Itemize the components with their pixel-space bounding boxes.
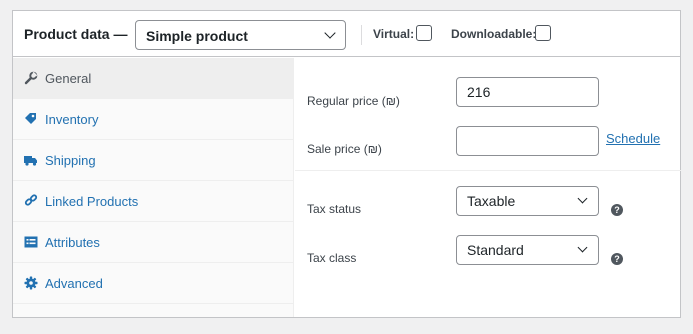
tab-label: Inventory — [45, 112, 99, 127]
sale-price-input[interactable] — [456, 126, 599, 156]
tab-advanced[interactable]: Advanced — [13, 263, 293, 304]
help-icon[interactable]: ? — [611, 253, 623, 265]
general-panel: Regular price (₪) 216 Sale price (₪) Sch… — [295, 58, 681, 317]
tab-label: Linked Products — [45, 194, 139, 209]
schedule-link[interactable]: Schedule — [606, 131, 660, 146]
tab-label: Attributes — [45, 235, 100, 250]
help-icon[interactable]: ? — [611, 204, 623, 216]
virtual-checkbox[interactable] — [416, 25, 432, 41]
tax-status-label: Tax status — [307, 202, 362, 216]
link-icon — [24, 194, 38, 206]
downloadable-checkbox[interactable] — [535, 25, 551, 41]
section-divider — [295, 170, 681, 171]
virtual-label: Virtual: — [373, 27, 415, 41]
tax-class-value: Standard — [467, 242, 524, 258]
product-data-panel: Product data — Simple product Virtual: D… — [12, 10, 681, 318]
product-data-header: Product data — Simple product Virtual: D… — [13, 11, 680, 57]
tax-status-value: Taxable — [467, 193, 516, 209]
tab-label: Advanced — [45, 276, 103, 291]
header-divider — [361, 25, 362, 45]
regular-price-value: 216 — [467, 84, 491, 100]
tax-class-label: Tax class — [307, 251, 357, 265]
sale-price-label: Sale price (₪) — [307, 142, 382, 156]
tag-icon — [25, 113, 36, 124]
tab-label: General — [45, 71, 92, 86]
product-data-title: Product data — — [24, 26, 128, 42]
wrench-icon — [24, 71, 38, 85]
tax-status-select[interactable]: Taxable — [456, 186, 599, 216]
truck-icon — [24, 156, 37, 166]
chevron-down-icon — [577, 242, 588, 253]
tab-general[interactable]: General — [13, 58, 293, 99]
tab-shipping[interactable]: Shipping — [13, 140, 293, 181]
tax-class-select[interactable]: Standard — [456, 235, 599, 265]
list-icon — [24, 236, 38, 248]
product-data-tabs: General Inventory Shipping Linked Produc… — [13, 58, 294, 317]
tab-inventory[interactable]: Inventory — [13, 99, 293, 140]
tab-linked-products[interactable]: Linked Products — [13, 181, 293, 222]
tab-label: Shipping — [45, 153, 96, 168]
product-type-value: Simple product — [146, 28, 248, 44]
regular-price-input[interactable]: 216 — [456, 77, 599, 107]
regular-price-label: Regular price (₪) — [307, 94, 400, 108]
gear-icon — [24, 276, 38, 290]
product-type-select[interactable]: Simple product — [135, 20, 346, 50]
downloadable-label: Downloadable: — [451, 27, 537, 41]
chevron-down-icon — [577, 193, 588, 204]
tab-attributes[interactable]: Attributes — [13, 222, 293, 263]
chevron-down-icon — [324, 27, 336, 39]
